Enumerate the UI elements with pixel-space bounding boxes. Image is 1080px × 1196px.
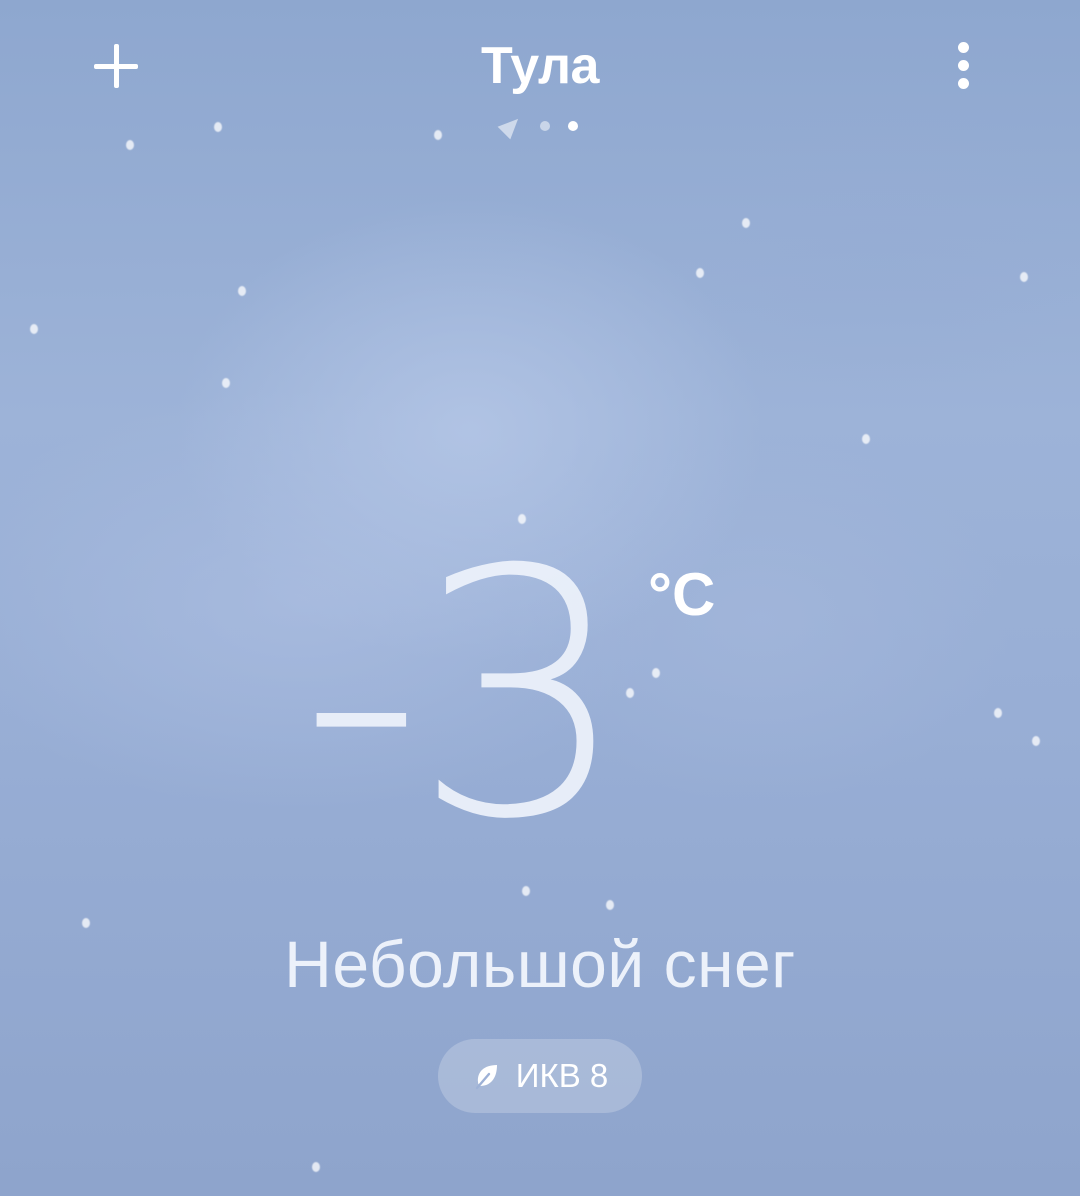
snowflake [862,434,870,444]
snowflake [238,286,246,296]
temperature-unit: °C [648,561,716,628]
city-title: Тула [481,37,599,95]
snowflake [1020,272,1028,282]
weather-condition: Небольшой снег [284,927,796,1001]
snowflake [742,218,750,228]
leaf-icon [475,1065,497,1090]
snowflake [606,900,614,910]
snowflake [1032,736,1040,746]
more-vert-icon-dot [958,78,969,89]
snowflake [126,140,134,150]
page-dot-active [568,121,578,131]
page-dot [540,121,550,131]
air-quality-badge[interactable]: ИКВ 8 [438,1039,642,1113]
more-vert-icon [958,42,969,53]
temperature-value: -3 [300,498,629,894]
air-quality-label: ИКВ 8 [515,1057,609,1094]
current-temperature: -3 °C [300,526,780,870]
more-vert-icon-dot [958,60,969,71]
snowflake [696,268,704,278]
more-options-button[interactable] [944,38,984,94]
snowflake [994,708,1002,718]
snowflake [30,324,38,334]
location-page-indicator[interactable] [0,112,1080,140]
snowflake [222,378,230,388]
current-location-icon [497,112,525,140]
snowflake [312,1162,320,1172]
